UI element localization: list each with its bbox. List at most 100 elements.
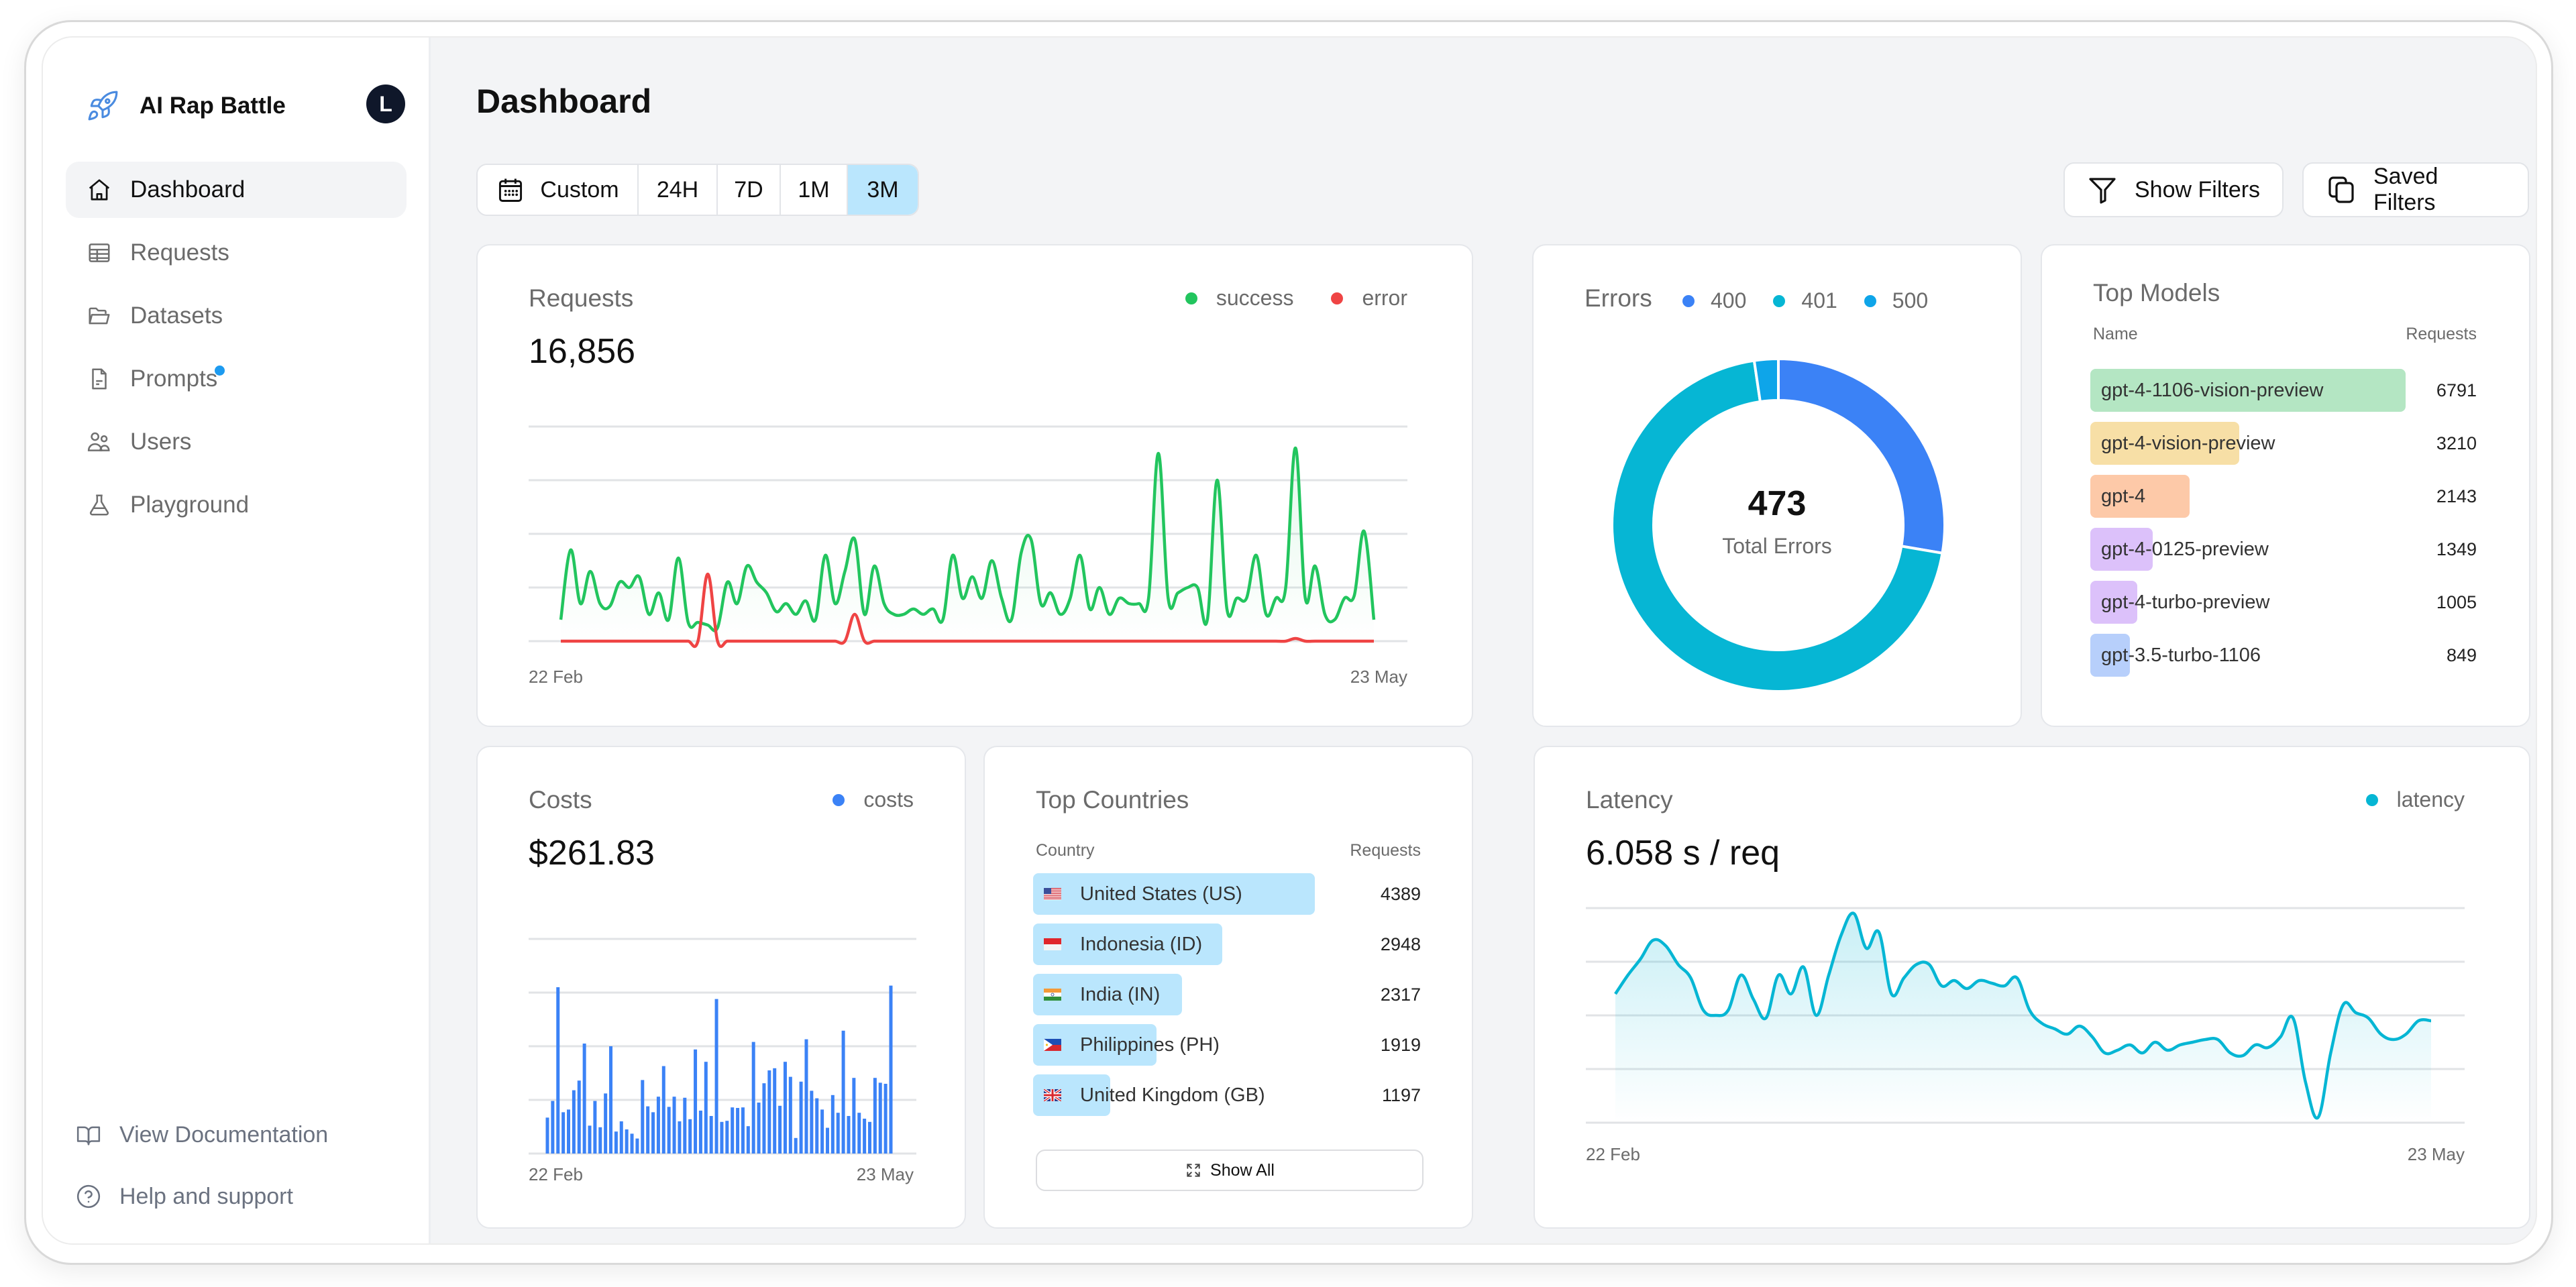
legend-item-latency[interactable]: latency [2365, 787, 2465, 812]
cost-bar[interactable] [561, 1112, 566, 1154]
legend-item-400[interactable]: 400 [1682, 288, 1746, 313]
cost-bar[interactable] [788, 1076, 792, 1154]
cost-bar[interactable] [878, 1082, 882, 1154]
country-row[interactable]: Philippines (PH) 1919 [1033, 1024, 1421, 1066]
cost-bar[interactable] [641, 1080, 645, 1154]
cost-bar[interactable] [836, 1113, 840, 1154]
sidebar-item-datasets[interactable]: Datasets [66, 288, 407, 344]
cost-bar[interactable] [873, 1078, 877, 1154]
legend-item-500[interactable]: 500 [1864, 288, 1928, 313]
legend-item-costs[interactable]: costs [833, 787, 914, 812]
range-1m-button[interactable]: 1M [781, 165, 848, 215]
legend-item-success[interactable]: success [1185, 286, 1293, 311]
help-support-link[interactable]: Help and support [75, 1166, 411, 1227]
cost-bar[interactable] [883, 1084, 888, 1154]
cost-bar[interactable] [688, 1119, 692, 1154]
cost-bar[interactable] [804, 1039, 808, 1154]
cost-bar[interactable] [736, 1108, 740, 1154]
cost-bar[interactable] [731, 1107, 735, 1154]
cost-bar[interactable] [810, 1090, 814, 1154]
cost-bar[interactable] [709, 1116, 713, 1154]
show-filters-button[interactable]: Show Filters [2063, 162, 2284, 217]
cost-bar[interactable] [704, 1062, 708, 1154]
cost-bar[interactable] [651, 1112, 655, 1154]
latency-area-chart[interactable] [1586, 901, 2465, 1136]
cost-bar[interactable] [762, 1083, 766, 1154]
cost-bar[interactable] [635, 1138, 639, 1154]
legend-item-error[interactable]: error [1331, 286, 1407, 311]
model-row[interactable]: gpt-4-0125-preview 1349 [2090, 528, 2477, 571]
model-row[interactable]: gpt-3.5-turbo-1106 849 [2090, 634, 2477, 677]
country-row[interactable]: United States (US) 4389 [1033, 873, 1421, 915]
cost-bar[interactable] [678, 1121, 682, 1154]
saved-filters-button[interactable]: Saved Filters [2302, 162, 2529, 217]
cost-bar[interactable] [720, 1121, 724, 1154]
cost-bar[interactable] [841, 1030, 845, 1154]
errors-donut-chart[interactable] [1607, 354, 1949, 696]
cost-bar[interactable] [783, 1062, 787, 1154]
cost-bar[interactable] [556, 987, 560, 1154]
cost-bar[interactable] [820, 1109, 824, 1154]
cost-bar[interactable] [767, 1070, 771, 1154]
view-documentation-link[interactable]: View Documentation [75, 1104, 411, 1166]
country-row[interactable]: Indonesia (ID) 2948 [1033, 924, 1421, 965]
brand[interactable]: AI Rap Battle [86, 86, 286, 126]
cost-bar[interactable] [656, 1097, 660, 1154]
cost-bar[interactable] [683, 1097, 687, 1154]
cost-bar[interactable] [545, 1117, 549, 1154]
cost-bar[interactable] [646, 1106, 650, 1154]
range-custom-button[interactable]: Custom [478, 165, 639, 215]
cost-bar[interactable] [847, 1116, 851, 1154]
cost-bar[interactable] [625, 1129, 629, 1154]
country-row[interactable]: United Kingdom (GB) 1197 [1033, 1074, 1421, 1116]
cost-bar[interactable] [815, 1098, 819, 1154]
country-row[interactable]: India (IN) 2317 [1033, 974, 1421, 1015]
cost-bar[interactable] [630, 1133, 634, 1154]
cost-bar[interactable] [867, 1121, 871, 1154]
cost-bar[interactable] [582, 1044, 586, 1154]
sidebar-item-prompts[interactable]: Prompts [66, 351, 407, 407]
cost-bar[interactable] [567, 1109, 571, 1154]
cost-bar[interactable] [757, 1103, 761, 1154]
cost-bar[interactable] [694, 1049, 698, 1154]
cost-bar[interactable] [794, 1137, 798, 1154]
cost-bar[interactable] [698, 1111, 702, 1154]
cost-bar[interactable] [609, 1046, 613, 1154]
cost-bar[interactable] [852, 1078, 856, 1154]
cost-bar[interactable] [577, 1080, 581, 1154]
cost-bar[interactable] [825, 1127, 829, 1154]
sidebar-item-dashboard[interactable]: Dashboard [66, 162, 407, 218]
model-row[interactable]: gpt-4 2143 [2090, 475, 2477, 518]
cost-bar[interactable] [714, 999, 718, 1154]
legend-item-401[interactable]: 401 [1773, 288, 1837, 313]
cost-bar[interactable] [751, 1042, 755, 1154]
cost-bar[interactable] [773, 1068, 777, 1154]
cost-bar[interactable] [830, 1095, 835, 1154]
range-3m-button[interactable]: 3M [848, 165, 918, 215]
requests-line-chart[interactable] [529, 420, 1407, 655]
model-row[interactable]: gpt-4-1106-vision-preview 6791 [2090, 369, 2477, 412]
model-row[interactable]: gpt-4-vision-preview 3210 [2090, 422, 2477, 465]
cost-bar[interactable] [619, 1121, 623, 1154]
cost-bar[interactable] [614, 1131, 618, 1154]
cost-bar[interactable] [588, 1125, 592, 1154]
range-24h-button[interactable]: 24H [639, 165, 718, 215]
cost-bar[interactable] [741, 1107, 745, 1154]
donut-slice-400[interactable] [1777, 357, 1946, 555]
cost-bar[interactable] [725, 1121, 729, 1154]
cost-bar[interactable] [661, 1066, 665, 1154]
range-7d-button[interactable]: 7D [718, 165, 781, 215]
cost-bar[interactable] [857, 1113, 861, 1154]
cost-bar[interactable] [593, 1101, 597, 1154]
cost-bar[interactable] [863, 1119, 867, 1154]
user-avatar[interactable]: L [366, 85, 405, 123]
model-row[interactable]: gpt-4-turbo-preview 1005 [2090, 581, 2477, 624]
cost-bar[interactable] [667, 1107, 671, 1154]
cost-bar[interactable] [572, 1090, 576, 1154]
cost-bar[interactable] [799, 1081, 803, 1154]
cost-bar[interactable] [778, 1105, 782, 1154]
sidebar-item-requests[interactable]: Requests [66, 225, 407, 281]
cost-bar[interactable] [551, 1101, 555, 1154]
show-all-button[interactable]: Show All [1036, 1150, 1424, 1191]
cost-bar[interactable] [598, 1127, 602, 1154]
